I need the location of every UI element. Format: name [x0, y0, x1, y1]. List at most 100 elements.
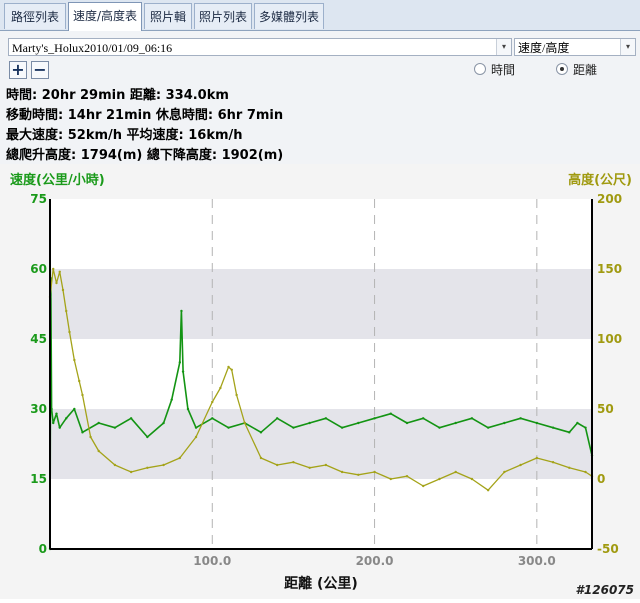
radio-distance[interactable]: 距離 — [556, 62, 597, 78]
speed-point — [503, 421, 506, 425]
speed-point — [405, 421, 409, 425]
stat-speed: 最大速度: 52km/h 平均速度: 16km/h — [6, 128, 243, 143]
speed-point — [422, 417, 425, 420]
speed-point — [178, 361, 182, 364]
y-left-tick-label: 30 — [30, 402, 47, 416]
elevation-point — [486, 489, 490, 492]
y-right-label: 高度(公尺) — [568, 172, 632, 188]
y-right-tick-label: 150 — [597, 262, 622, 276]
speed-point — [181, 370, 185, 373]
y-right-tick-label: -50 — [597, 542, 619, 556]
elevation-point — [373, 470, 376, 474]
speed-point — [584, 426, 587, 429]
chart-mode-select[interactable]: 速度/高度 ▾ — [514, 38, 636, 56]
speed-point — [170, 398, 173, 401]
speed-point — [470, 417, 474, 420]
x-tick-label: 200.0 — [356, 554, 394, 568]
elevation-point — [292, 461, 295, 464]
elevation-point — [68, 330, 71, 334]
elevation-point — [405, 475, 409, 478]
tab-bar: 路徑列表 速度/高度表 照片輯 照片列表 多媒體列表 — [0, 0, 640, 31]
elevation-point — [52, 267, 55, 271]
zoom-in-button[interactable]: + — [9, 61, 27, 79]
speed-point — [81, 431, 84, 434]
elevation-point — [551, 461, 555, 464]
elevation-point — [58, 270, 61, 273]
speed-point — [55, 412, 58, 415]
chart-band — [50, 479, 592, 549]
speed-point — [58, 426, 61, 429]
tab-media-list[interactable]: 多媒體列表 — [254, 3, 324, 29]
y-left-tick-label: 60 — [30, 262, 47, 276]
speed-point — [162, 421, 165, 425]
tab-route-list[interactable]: 路徑列表 — [4, 3, 66, 29]
elevation-point — [438, 477, 441, 481]
speed-point — [146, 435, 149, 439]
stat-moving-rest: 移動時間: 14hr 21min 休息時間: 6hr 7min — [6, 108, 284, 123]
speed-point — [186, 407, 190, 411]
chart-band — [50, 269, 592, 339]
speed-point — [340, 426, 344, 429]
elevation-point — [275, 463, 279, 467]
elevation-point — [55, 281, 58, 285]
speed-point — [275, 417, 279, 420]
stat-climb: 總爬升高度: 1794(m) 總下降高度: 1902(m) — [6, 148, 284, 163]
elevation-point — [535, 456, 539, 460]
x-axis-label: 距離 (公里) — [284, 575, 358, 592]
x-tick-label: 100.0 — [193, 554, 231, 568]
y-left-tick-label: 75 — [30, 192, 47, 206]
speed-point — [113, 426, 117, 429]
elevation-point — [243, 421, 246, 425]
elevation-point — [162, 463, 165, 467]
elevation-point — [65, 309, 68, 313]
elevation-point — [78, 379, 81, 383]
elevation-point — [97, 449, 100, 453]
elevation-point — [568, 466, 571, 469]
speed-elevation-chart[interactable]: 0 15 30 45 60 75 -50 0 50 100 150 200 100.0 200.0 300.… — [0, 164, 640, 599]
elevation-point — [324, 463, 328, 467]
y-right-tick-label: 200 — [597, 192, 622, 206]
chevron-down-icon[interactable]: ▾ — [620, 39, 635, 55]
speed-point — [259, 431, 263, 434]
radio-on-icon — [556, 63, 568, 75]
speed-point — [97, 421, 100, 425]
y-left-tick-label: 0 — [39, 542, 47, 556]
elevation-point — [227, 365, 230, 369]
elevation-point — [211, 400, 214, 404]
chevron-down-icon[interactable]: ▾ — [496, 39, 511, 55]
speed-point — [52, 421, 55, 425]
elevation-point — [259, 456, 263, 460]
chart-mode-value: 速度/高度 — [518, 41, 570, 55]
speed-point — [551, 426, 555, 429]
speed-point — [454, 421, 457, 425]
elevation-point — [519, 463, 522, 467]
chart-band — [50, 199, 592, 269]
elevation-point — [340, 470, 344, 474]
elevation-point — [454, 470, 457, 474]
radio-distance-label: 距離 — [573, 63, 598, 77]
elevation-point — [81, 393, 84, 397]
elevation-point — [422, 484, 425, 488]
elevation-point — [470, 477, 474, 481]
speed-point — [568, 431, 571, 434]
elevation-point — [178, 456, 182, 460]
speed-point — [373, 417, 376, 420]
elevation-point — [89, 435, 92, 439]
elevation-point — [194, 435, 198, 439]
speed-point — [486, 426, 490, 429]
tab-photo-album[interactable]: 照片輯 — [144, 3, 192, 29]
speed-point — [308, 421, 311, 425]
radio-time[interactable]: 時間 — [474, 62, 515, 78]
tab-photo-list[interactable]: 照片列表 — [194, 3, 252, 29]
track-select[interactable]: Marty's_Holux2010/01/09_06:16 ▾ — [8, 38, 512, 56]
elevation-point — [357, 473, 360, 476]
elevation-point — [389, 477, 392, 481]
track-select-value: Marty's_Holux2010/01/09_06:16 — [12, 41, 173, 55]
speed-point — [194, 426, 198, 429]
speed-point — [180, 309, 183, 313]
elevation-point — [219, 386, 222, 390]
tab-speed-elevation[interactable]: 速度/高度表 — [68, 2, 142, 31]
zoom-out-button[interactable]: − — [31, 61, 49, 79]
elevation-point — [113, 463, 117, 467]
elevation-point — [235, 393, 238, 397]
